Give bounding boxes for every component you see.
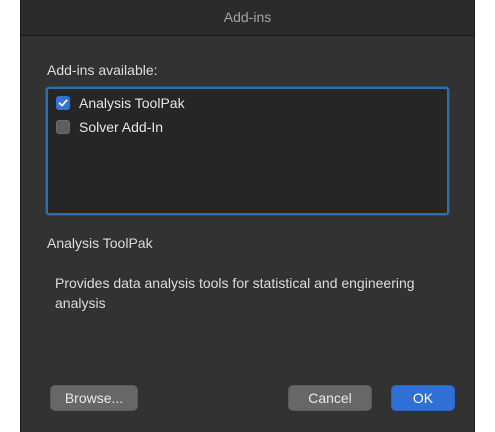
solver-add-in-checkbox[interactable] xyxy=(56,120,70,134)
solver-add-in-label: Solver Add-In xyxy=(79,119,164,135)
cancel-button[interactable]: Cancel xyxy=(288,385,372,411)
browse-button[interactable]: Browse... xyxy=(50,385,138,411)
title-bar[interactable]: Add-ins xyxy=(21,0,474,36)
add-ins-dialog: Add-ins Add-ins available: Analysis Tool… xyxy=(20,0,475,432)
list-item-analysis-toolpak[interactable]: Analysis ToolPak xyxy=(56,93,185,113)
addins-available-label: Add-ins available: xyxy=(47,62,158,78)
ok-button[interactable]: OK xyxy=(391,385,455,411)
checkmark-icon xyxy=(58,99,68,107)
dialog-title: Add-ins xyxy=(223,9,272,25)
description-title: Analysis ToolPak xyxy=(47,235,153,251)
description-text: Provides data analysis tools for statist… xyxy=(55,275,415,311)
analysis-toolpak-label: Analysis ToolPak xyxy=(79,95,185,111)
analysis-toolpak-checkbox[interactable] xyxy=(56,96,70,110)
addins-list[interactable]: Analysis ToolPak Solver Add-In xyxy=(46,87,449,215)
list-item-solver-add-in[interactable]: Solver Add-In xyxy=(56,117,163,137)
